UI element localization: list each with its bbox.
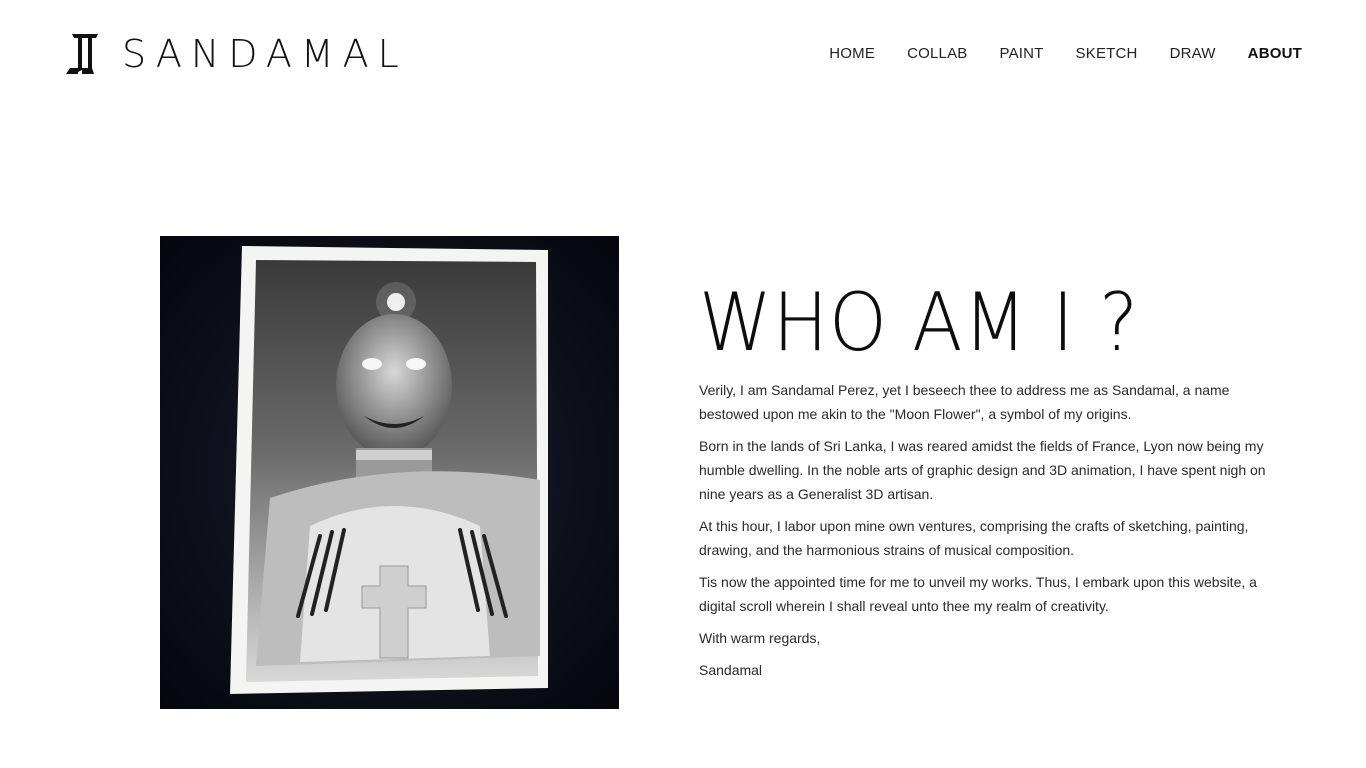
closing-line: With warm regards, [699,630,821,646]
page-title: WHO AM I ? [699,276,1140,369]
sandamal-monogram-icon [66,34,98,74]
about-paragraph: At this hour, I labor upon mine own vent… [699,518,1249,558]
site-header: SANDAMAL HOME COLLAB PAINT SKETCH DRAW A… [0,0,1366,110]
nav-home[interactable]: HOME [829,42,875,66]
about-paragraph: Born in the lands of Sri Lanka, I was re… [699,438,1266,502]
about-section: WHO AM I ? Verily, I am Sandamal Perez, … [699,280,1279,690]
nav-paint[interactable]: PAINT [999,42,1043,66]
signature: Sandamal [699,662,763,678]
nav-draw[interactable]: DRAW [1170,42,1216,66]
artwork-photo [160,236,619,709]
main-nav: HOME COLLAB PAINT SKETCH DRAW ABOUT [797,42,1302,66]
artwork-image [160,236,619,709]
home-logo-link[interactable]: SANDAMAL [64,32,408,76]
nav-about[interactable]: ABOUT [1248,42,1302,66]
nav-sketch[interactable]: SKETCH [1076,42,1138,66]
about-paragraph: Tis now the appointed time for me to unv… [699,574,1257,614]
about-paragraph: Verily, I am Sandamal Perez, yet I besee… [699,382,1230,422]
brand-name: SANDAMAL [122,32,408,76]
nav-collab[interactable]: COLLAB [907,42,967,66]
